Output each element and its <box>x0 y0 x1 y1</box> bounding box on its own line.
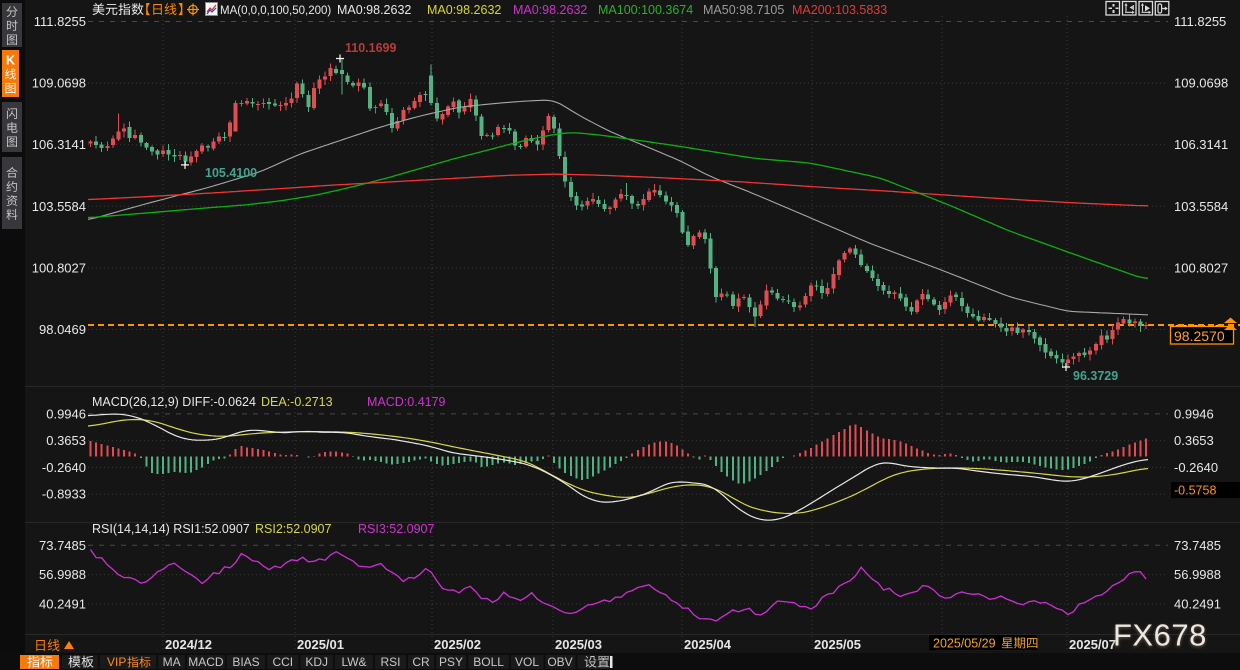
svg-text:MACD: MACD <box>188 655 224 669</box>
svg-text:VOL: VOL <box>515 655 539 669</box>
svg-text:OBV: OBV <box>547 655 572 669</box>
svg-text:2025/04: 2025/04 <box>684 637 732 652</box>
svg-text:-0.8933: -0.8933 <box>42 487 86 502</box>
svg-text:MA0:98.2632: MA0:98.2632 <box>337 3 411 17</box>
svg-text:111.8255: 111.8255 <box>1174 14 1226 29</box>
svg-text:110.1699: 110.1699 <box>345 41 396 55</box>
svg-text:RSI2:52.0907: RSI2:52.0907 <box>255 522 331 536</box>
svg-text:MA: MA <box>163 655 181 669</box>
svg-text:106.3141: 106.3141 <box>1174 137 1228 152</box>
svg-text:40.2491: 40.2491 <box>39 596 86 611</box>
svg-text:111.8255: 111.8255 <box>34 14 86 29</box>
svg-text:2025/07: 2025/07 <box>1069 637 1116 652</box>
svg-text:2025/01: 2025/01 <box>297 637 344 652</box>
svg-text:RSI3:52.0907: RSI3:52.0907 <box>358 522 434 536</box>
svg-text:MACD(26,12,9) DIFF:-0.0624: MACD(26,12,9) DIFF:-0.0624 <box>92 395 256 409</box>
svg-text:73.7485: 73.7485 <box>1174 538 1221 553</box>
svg-text:98.2570: 98.2570 <box>1174 328 1225 344</box>
svg-text:2025/05/29: 2025/05/29 <box>933 637 996 651</box>
svg-text:2024/12: 2024/12 <box>165 637 212 652</box>
svg-text:MACD:0.4179: MACD:0.4179 <box>367 395 446 409</box>
svg-text:0.3653: 0.3653 <box>1174 433 1214 448</box>
svg-text:96.3729: 96.3729 <box>1073 369 1118 383</box>
svg-text:56.9988: 56.9988 <box>1174 567 1221 582</box>
svg-text:-0.2640: -0.2640 <box>1174 460 1218 475</box>
svg-text:MA0:98.2632: MA0:98.2632 <box>427 3 501 17</box>
svg-text:MA200:103.5833: MA200:103.5833 <box>792 3 887 17</box>
svg-text:MA(0,0,0,100,50,200): MA(0,0,0,100,50,200) <box>220 5 331 17</box>
svg-text:DEA:-0.2713: DEA:-0.2713 <box>261 395 333 409</box>
svg-text:109.0698: 109.0698 <box>32 76 86 91</box>
svg-text:0.9946: 0.9946 <box>1174 406 1214 421</box>
svg-text:BOLL: BOLL <box>473 655 504 669</box>
svg-text:-0.5758: -0.5758 <box>1174 484 1216 498</box>
svg-text:106.3141: 106.3141 <box>32 137 86 152</box>
svg-text:LW&: LW& <box>341 655 366 669</box>
svg-text:CCI: CCI <box>272 655 293 669</box>
svg-text:RSI(14,14,14) RSI1:52.0907: RSI(14,14,14) RSI1:52.0907 <box>92 522 250 536</box>
svg-text:100.8027: 100.8027 <box>32 260 86 275</box>
svg-text:73.7485: 73.7485 <box>39 538 86 553</box>
svg-text:MA100:100.3674: MA100:100.3674 <box>598 3 693 17</box>
svg-text:K: K <box>6 54 15 68</box>
svg-text:105.4100: 105.4100 <box>205 166 257 180</box>
svg-text:-0.2640: -0.2640 <box>42 460 86 475</box>
svg-text:BIAS: BIAS <box>232 655 259 669</box>
svg-text:VIP: VIP <box>107 655 126 669</box>
svg-text:0.3653: 0.3653 <box>46 433 86 448</box>
svg-text:2025/05: 2025/05 <box>814 637 861 652</box>
svg-text:103.5584: 103.5584 <box>32 199 86 214</box>
svg-text:2025/03: 2025/03 <box>555 637 602 652</box>
svg-text:56.9988: 56.9988 <box>39 567 86 582</box>
svg-text:FX678: FX678 <box>1113 618 1207 653</box>
svg-text:0.9946: 0.9946 <box>46 406 86 421</box>
svg-text:98.0469: 98.0469 <box>39 322 86 337</box>
svg-text:CR: CR <box>412 655 430 669</box>
svg-text:PSY: PSY <box>439 655 463 669</box>
svg-text:MA50:98.7105: MA50:98.7105 <box>703 3 784 17</box>
svg-text:103.5584: 103.5584 <box>1174 199 1228 214</box>
svg-text:MA0:98.2632: MA0:98.2632 <box>513 3 587 17</box>
svg-text:KDJ: KDJ <box>305 655 328 669</box>
svg-text:40.2491: 40.2491 <box>1174 596 1221 611</box>
svg-text:109.0698: 109.0698 <box>1174 76 1228 91</box>
svg-text:2025/02: 2025/02 <box>434 637 481 652</box>
svg-text:100.8027: 100.8027 <box>1174 260 1228 275</box>
svg-text:RSI: RSI <box>380 655 400 669</box>
